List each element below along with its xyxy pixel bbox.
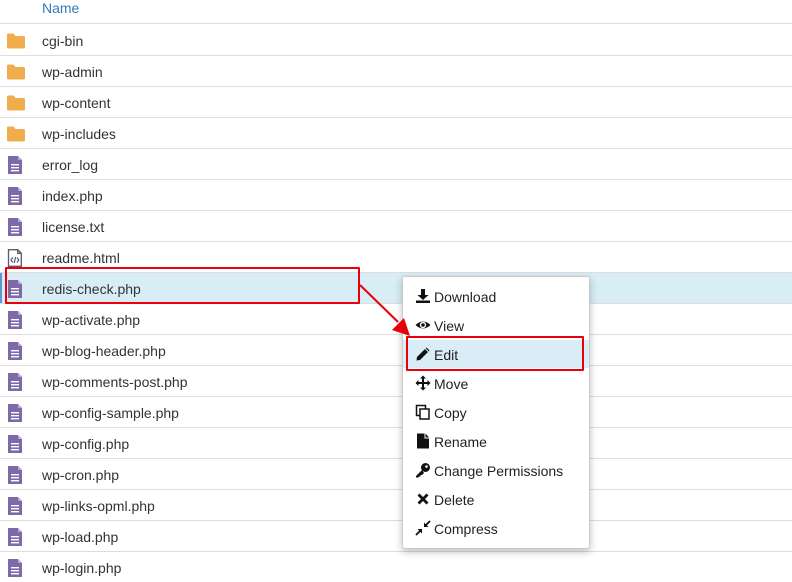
text-file-icon <box>6 466 26 484</box>
file-row-wp-admin[interactable]: wp-admin <box>0 56 792 87</box>
menu-item-label: Rename <box>434 434 487 450</box>
file-name: wp-load.php <box>42 529 119 545</box>
file-name: wp-includes <box>42 126 116 142</box>
file-row-wp-config-php[interactable]: wp-config.php <box>0 428 792 459</box>
text-file-icon <box>6 559 26 577</box>
folder-icon <box>6 32 26 50</box>
text-file-icon <box>6 156 26 174</box>
html-file-icon <box>6 249 26 267</box>
file-row-wp-includes[interactable]: wp-includes <box>0 118 792 149</box>
name-column-header[interactable]: Name <box>42 0 79 16</box>
table-header: Name <box>0 0 792 24</box>
folder-icon <box>6 94 26 112</box>
menu-item-label: Move <box>434 376 469 392</box>
file-row-wp-content[interactable]: wp-content <box>0 87 792 118</box>
folder-icon <box>6 125 26 143</box>
file-name: wp-activate.php <box>42 312 141 328</box>
file-row-license-txt[interactable]: license.txt <box>0 211 792 242</box>
menu-item-download[interactable]: Download <box>403 282 589 310</box>
menu-item-move[interactable]: Move <box>403 369 589 397</box>
file-list: Name cgi-bin wp-admin wp-content wp-incl… <box>0 0 792 577</box>
file-row-wp-cron-php[interactable]: wp-cron.php <box>0 459 792 490</box>
file-name: cgi-bin <box>42 33 84 49</box>
file-row-cgi-bin[interactable]: cgi-bin <box>0 25 792 56</box>
menu-item-label: View <box>434 318 465 334</box>
file-name: wp-cron.php <box>42 467 120 483</box>
download-icon <box>415 288 431 304</box>
file-name: license.txt <box>42 219 105 235</box>
annotation-highlight-selected-file <box>5 267 360 304</box>
file-name: wp-login.php <box>42 560 122 576</box>
file-icon <box>415 433 431 449</box>
file-row-index-php[interactable]: index.php <box>0 180 792 211</box>
copy-icon <box>415 404 431 420</box>
compress-icon <box>415 520 431 536</box>
file-name: wp-config-sample.php <box>42 405 179 421</box>
file-row-wp-config-sample-php[interactable]: wp-config-sample.php <box>0 397 792 428</box>
key-icon <box>415 462 431 478</box>
file-name: index.php <box>42 188 103 204</box>
text-file-icon <box>6 187 26 205</box>
menu-item-label: Change Permissions <box>434 463 564 479</box>
file-row-wp-login-php[interactable]: wp-login.php <box>0 552 792 582</box>
file-name: error_log <box>42 157 99 173</box>
file-name: wp-content <box>42 95 111 111</box>
menu-item-view[interactable]: View <box>403 311 589 339</box>
text-file-icon <box>6 218 26 236</box>
text-file-icon <box>6 528 26 546</box>
file-name: wp-config.php <box>42 436 130 452</box>
file-row-wp-links-opml-php[interactable]: wp-links-opml.php <box>0 490 792 521</box>
file-name: wp-blog-header.php <box>42 343 166 359</box>
file-name: readme.html <box>42 250 120 266</box>
folder-icon <box>6 63 26 81</box>
context-menu: Download View Edit Move Copy Rename Chan… <box>402 276 590 549</box>
menu-item-delete[interactable]: Delete <box>403 485 589 513</box>
menu-item-copy[interactable]: Copy <box>403 398 589 426</box>
x-icon <box>415 491 431 507</box>
file-row-wp-blog-header-php[interactable]: wp-blog-header.php <box>0 335 792 366</box>
annotation-highlight-edit <box>406 336 584 371</box>
text-file-icon <box>6 497 26 515</box>
menu-item-label: Copy <box>434 405 467 421</box>
text-file-icon <box>6 342 26 360</box>
menu-item-label: Download <box>434 289 497 305</box>
menu-item-label: Delete <box>434 492 475 508</box>
file-row-error-log[interactable]: error_log <box>0 149 792 180</box>
file-row-wp-load-php[interactable]: wp-load.php <box>0 521 792 552</box>
text-file-icon <box>6 311 26 329</box>
file-row-wp-activate-php[interactable]: wp-activate.php <box>0 304 792 335</box>
file-name: wp-comments-post.php <box>42 374 188 390</box>
text-file-icon <box>6 404 26 422</box>
file-name: wp-links-opml.php <box>42 498 155 514</box>
text-file-icon <box>6 373 26 391</box>
file-row-wp-comments-post-php[interactable]: wp-comments-post.php <box>0 366 792 397</box>
menu-item-label: Compress <box>434 521 498 537</box>
move-icon <box>415 375 431 391</box>
menu-item-rename[interactable]: Rename <box>403 427 589 455</box>
file-name: wp-admin <box>42 64 103 80</box>
menu-item-change-permissions[interactable]: Change Permissions <box>403 456 589 484</box>
menu-item-compress[interactable]: Compress <box>403 514 589 542</box>
eye-icon <box>415 317 431 333</box>
text-file-icon <box>6 435 26 453</box>
